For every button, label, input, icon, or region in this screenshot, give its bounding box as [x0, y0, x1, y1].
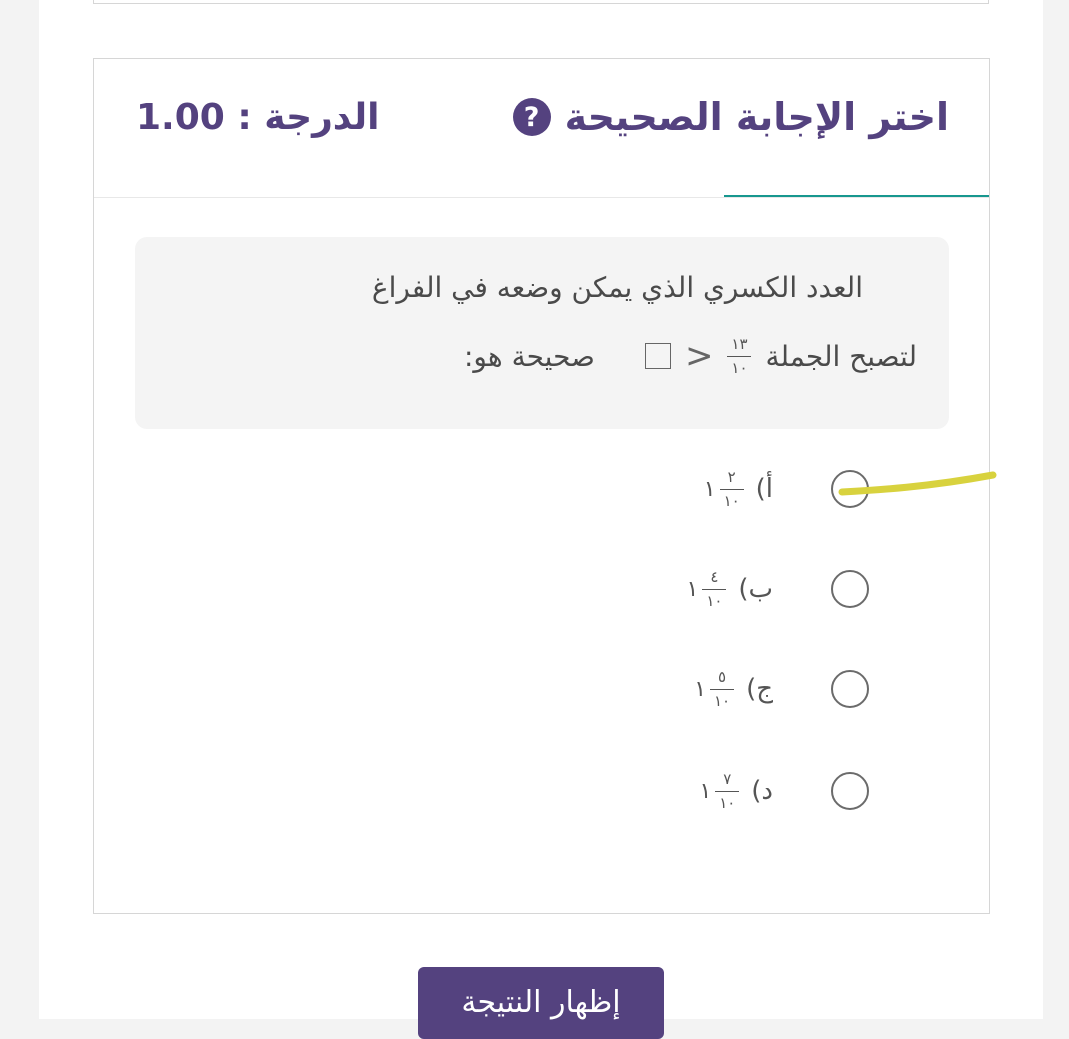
prompt-line-2-end: صحيحة هو:	[464, 339, 595, 373]
question-title-text: اختر الإجابة الصحيحة	[564, 95, 949, 139]
option-d-whole: ١	[699, 778, 712, 804]
help-icon[interactable]: ?	[512, 98, 551, 136]
show-result-button[interactable]: إظهار النتيجة	[418, 967, 664, 1039]
option-c-radio[interactable]	[831, 670, 869, 708]
option-b-numerator: ٤	[710, 567, 719, 586]
answer-option-b[interactable]: ب) ٤ ١٠ ١	[687, 565, 869, 613]
option-b-whole: ١	[686, 576, 699, 602]
option-a-denominator: ١٠	[723, 491, 740, 510]
answer-option-d[interactable]: د) ٧ ١٠ ١	[699, 767, 869, 815]
option-b-fraction-bar	[702, 588, 727, 590]
option-b-label: ب)	[738, 574, 773, 604]
option-d-numerator: ٧	[723, 769, 732, 788]
prompt-line-1: العدد الكسري الذي يمكن وضعه في الفراغ	[371, 271, 863, 304]
fraction-denominator: ١٠	[731, 358, 748, 377]
question-title: اختر الإجابة الصحيحة ?	[512, 85, 949, 149]
option-c-whole: ١	[694, 676, 707, 702]
blank-square	[644, 343, 671, 369]
option-a-radio[interactable]	[831, 470, 869, 508]
option-d-fraction-bar	[715, 790, 740, 792]
relation-symbol: <	[684, 336, 714, 376]
option-d-denominator: ١٠	[719, 793, 736, 812]
option-a-fraction-bar	[719, 488, 744, 490]
option-c-label: ج)	[746, 674, 773, 704]
option-c-fraction-bar	[710, 688, 735, 690]
question-grade: الدرجة : 1.00	[136, 96, 380, 138]
option-b-fraction: ٤ ١٠	[702, 567, 727, 610]
option-c-denominator: ١٠	[714, 691, 731, 710]
option-b-denominator: ١٠	[706, 591, 723, 610]
option-a-fraction: ٢ ١٠	[719, 467, 744, 510]
answer-option-a[interactable]: أ) ٢ ١٠ ١	[704, 465, 869, 513]
question-prompt: العدد الكسري الذي يمكن وضعه في الفراغ لت…	[135, 237, 949, 429]
fraction-numerator: ١٣	[731, 334, 748, 353]
prompt-line-2: لتصبح الجملة ١٣ ١٠ < صحيحة هو:	[464, 331, 917, 381]
question-header: اختر الإجابة الصحيحة ? الدرجة : 1.00	[94, 59, 989, 198]
option-d-fraction: ٧ ١٠	[715, 769, 740, 812]
prompt-line-2-start: لتصبح الجملة	[765, 339, 917, 373]
option-c-numerator: ٥	[718, 667, 727, 686]
fraction-bar	[727, 355, 752, 357]
prompt-fraction: ١٣ ١٠	[727, 334, 752, 377]
option-a-numerator: ٢	[727, 467, 736, 486]
answer-option-c[interactable]: ج) ٥ ١٠ ١	[694, 665, 869, 713]
option-a-label: أ)	[755, 474, 773, 504]
previous-question-card	[93, 0, 989, 4]
option-b-radio[interactable]	[831, 570, 869, 608]
option-a-whole: ١	[703, 476, 716, 502]
option-d-radio[interactable]	[831, 772, 869, 810]
option-d-label: د)	[751, 776, 773, 806]
header-accent-line	[724, 195, 989, 197]
option-c-fraction: ٥ ١٠	[710, 667, 735, 710]
question-card: اختر الإجابة الصحيحة ? الدرجة : 1.00 الع…	[93, 58, 990, 914]
